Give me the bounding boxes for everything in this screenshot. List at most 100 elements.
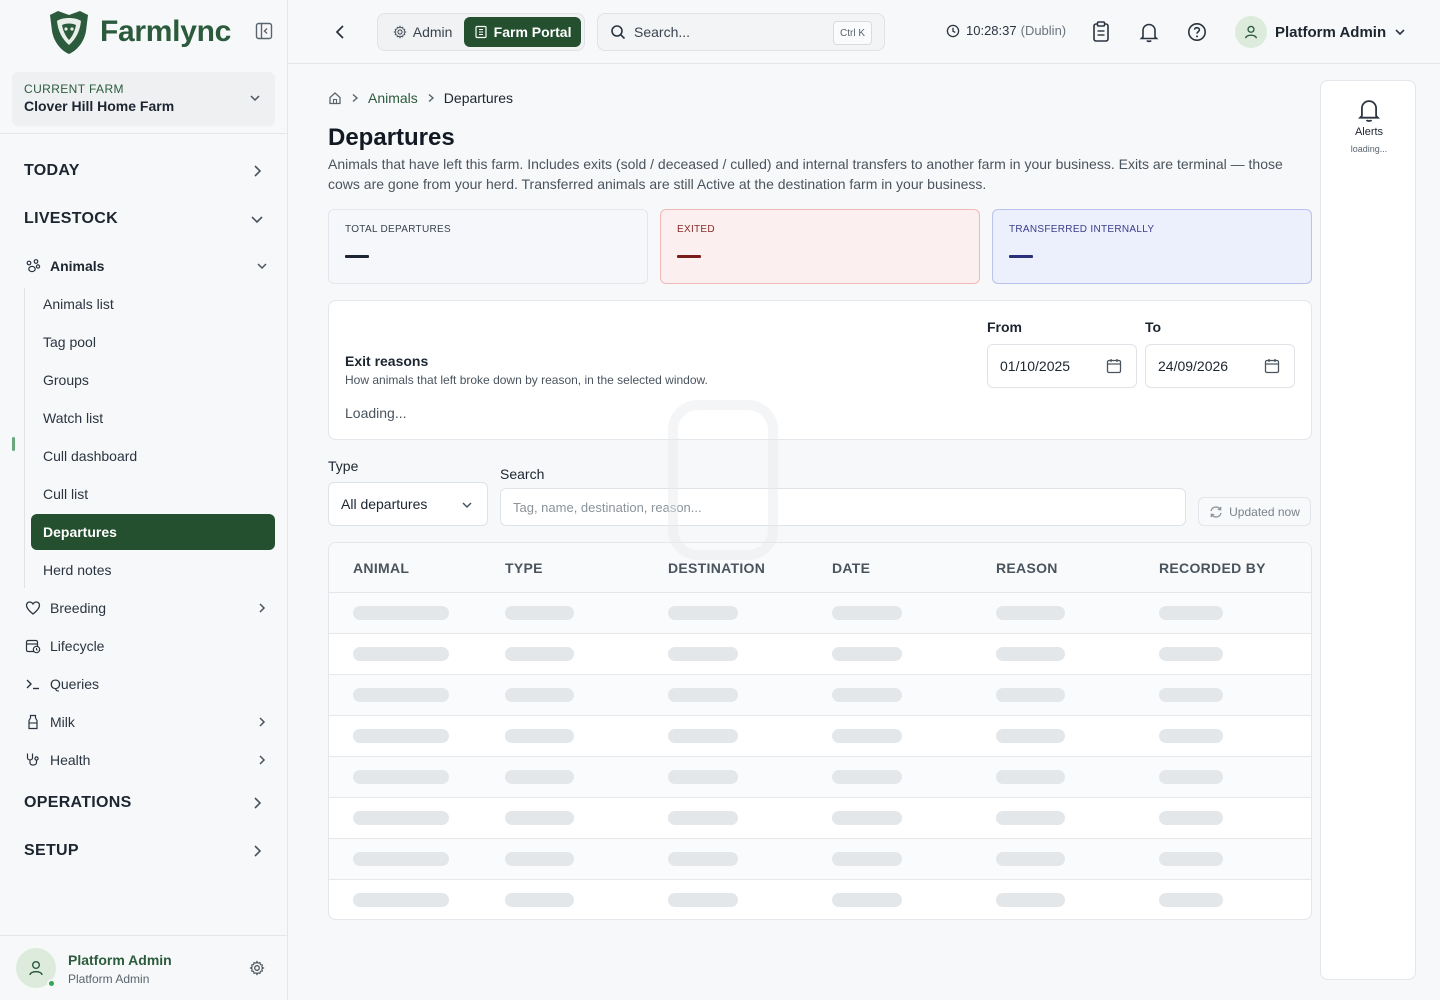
skeleton-placeholder xyxy=(1159,647,1223,661)
sidebar-item-animals-list[interactable]: Animals list xyxy=(31,286,275,322)
user-menu[interactable]: Platform Admin xyxy=(1235,16,1406,48)
type-filter-select[interactable]: All departures xyxy=(328,482,488,526)
sidebar-item-herd-notes[interactable]: Herd notes xyxy=(31,552,275,588)
skeleton-placeholder xyxy=(353,647,449,661)
calendar-clock-icon xyxy=(24,637,42,655)
footer-user-name: Platform Admin xyxy=(68,952,172,968)
exit-reasons-loading: Loading... xyxy=(345,405,407,421)
refresh-icon xyxy=(1210,505,1222,518)
nav-item-breeding[interactable]: Breeding xyxy=(24,599,270,617)
column-header-recorded-by[interactable]: RECORDED BY xyxy=(1159,560,1266,576)
farmlync-logo xyxy=(50,11,88,54)
farm-portal-button[interactable]: Farm Portal xyxy=(464,17,581,47)
scroll-marker xyxy=(12,437,15,451)
bell-icon[interactable] xyxy=(1357,97,1381,123)
stat-total-departures: TOTAL DEPARTURES xyxy=(328,209,648,284)
skeleton-placeholder xyxy=(353,770,449,784)
skeleton-placeholder xyxy=(996,770,1065,784)
skeleton-placeholder xyxy=(668,811,738,825)
clock: 10:28:37 (Dublin) xyxy=(946,23,1066,38)
skeleton-placeholder xyxy=(832,811,902,825)
footer-user-role: Platform Admin xyxy=(68,972,150,986)
from-date-field[interactable]: 01/10/2025 xyxy=(987,344,1137,388)
skeleton-placeholder xyxy=(996,647,1065,661)
skeleton-placeholder xyxy=(668,647,738,661)
bell-icon[interactable] xyxy=(1139,21,1159,43)
skeleton-placeholder xyxy=(505,647,574,661)
exit-reasons-title: Exit reasons xyxy=(345,353,429,369)
sidebar-item-tag-pool[interactable]: Tag pool xyxy=(31,324,275,360)
nav-section-today[interactable]: TODAY xyxy=(24,162,264,180)
breadcrumb-animals-link[interactable]: Animals xyxy=(368,90,418,106)
page-title: Departures xyxy=(328,124,455,151)
chevron-down-icon xyxy=(462,502,472,509)
nav-section-setup[interactable]: SETUP xyxy=(24,842,264,860)
chevron-right-icon xyxy=(350,93,360,103)
chevron-right-icon xyxy=(254,797,262,809)
home-icon[interactable] xyxy=(328,91,342,105)
nav-section-label: LIVESTOCK xyxy=(24,210,118,227)
table-row xyxy=(329,634,1311,675)
column-header-animal[interactable]: ANIMAL xyxy=(353,560,409,576)
skeleton-placeholder xyxy=(1159,770,1223,784)
skeleton-placeholder xyxy=(996,852,1065,866)
nav-section-operations[interactable]: OPERATIONS xyxy=(24,794,264,812)
skeleton-placeholder xyxy=(832,688,902,702)
nav-item-milk[interactable]: Milk xyxy=(24,713,270,731)
stat-transferred-internally: TRANSFERRED INTERNALLY xyxy=(992,209,1312,284)
stat-label: EXITED xyxy=(677,224,715,235)
nav-item-label: Lifecycle xyxy=(50,638,105,654)
avatar xyxy=(1235,16,1267,48)
skeleton-placeholder xyxy=(668,606,738,620)
collapse-sidebar-icon[interactable] xyxy=(255,22,273,40)
sidebar-item-cull-list[interactable]: Cull list xyxy=(31,476,275,512)
skeleton-placeholder xyxy=(1159,606,1223,620)
skeleton-placeholder xyxy=(832,729,902,743)
to-date-field[interactable]: 24/09/2026 xyxy=(1145,344,1295,388)
clipboard-icon[interactable] xyxy=(1091,21,1111,43)
column-header-destination[interactable]: DESTINATION xyxy=(668,560,765,576)
nav-section-livestock[interactable]: LIVESTOCK xyxy=(24,210,264,228)
breadcrumb-current: Departures xyxy=(443,90,514,106)
column-header-date[interactable]: DATE xyxy=(832,560,870,576)
calendar-icon[interactable] xyxy=(1106,358,1122,374)
column-header-reason[interactable]: REASON xyxy=(996,560,1058,576)
brand[interactable]: Farmlync xyxy=(0,0,287,64)
back-arrow-icon[interactable] xyxy=(332,22,348,42)
sidebar-item-watch-list[interactable]: Watch list xyxy=(31,400,275,436)
calendar-icon[interactable] xyxy=(1264,358,1280,374)
current-farm-name: Clover Hill Home Farm xyxy=(24,98,175,114)
alerts-panel: Alerts loading... xyxy=(1320,80,1416,980)
sidebar-item-groups[interactable]: Groups xyxy=(31,362,275,398)
milk-bottle-icon xyxy=(24,713,42,731)
stat-value-placeholder xyxy=(345,255,369,258)
skeleton-placeholder xyxy=(1159,688,1223,702)
table-row xyxy=(329,880,1311,919)
nav-item-animals[interactable]: Animals xyxy=(24,257,270,275)
skeleton-placeholder xyxy=(1159,811,1223,825)
sidebar-user-footer: Platform Admin Platform Admin xyxy=(0,935,288,1000)
search-filter-label: Search xyxy=(500,466,545,482)
column-header-type[interactable]: TYPE xyxy=(505,560,543,576)
sidebar-item-cull-dashboard[interactable]: Cull dashboard xyxy=(31,438,275,474)
help-icon[interactable] xyxy=(1187,21,1207,43)
skeleton-placeholder xyxy=(353,729,449,743)
chevron-down-icon xyxy=(250,95,260,102)
gear-icon[interactable] xyxy=(249,960,265,976)
refresh-button[interactable]: Updated now xyxy=(1198,497,1311,526)
clock-timezone: (Dublin) xyxy=(1020,23,1067,38)
nav-item-label: Queries xyxy=(50,676,100,692)
terminal-icon xyxy=(24,675,42,693)
global-search[interactable]: Search... Ctrl K xyxy=(597,13,885,51)
skeleton-placeholder xyxy=(668,729,738,743)
admin-portal-button[interactable]: Admin xyxy=(381,17,464,47)
farm-selector[interactable]: CURRENT FARM Clover Hill Home Farm xyxy=(12,72,275,126)
nav-item-health[interactable]: Health xyxy=(24,751,270,769)
skeleton-placeholder xyxy=(996,729,1065,743)
type-filter-value: All departures xyxy=(341,496,428,512)
nav-item-lifecycle[interactable]: Lifecycle xyxy=(24,637,270,655)
stat-value-placeholder xyxy=(677,255,701,258)
departures-search-input[interactable] xyxy=(500,488,1186,526)
nav-item-queries[interactable]: Queries xyxy=(24,675,270,693)
sidebar-item-departures[interactable]: Departures xyxy=(31,514,275,550)
